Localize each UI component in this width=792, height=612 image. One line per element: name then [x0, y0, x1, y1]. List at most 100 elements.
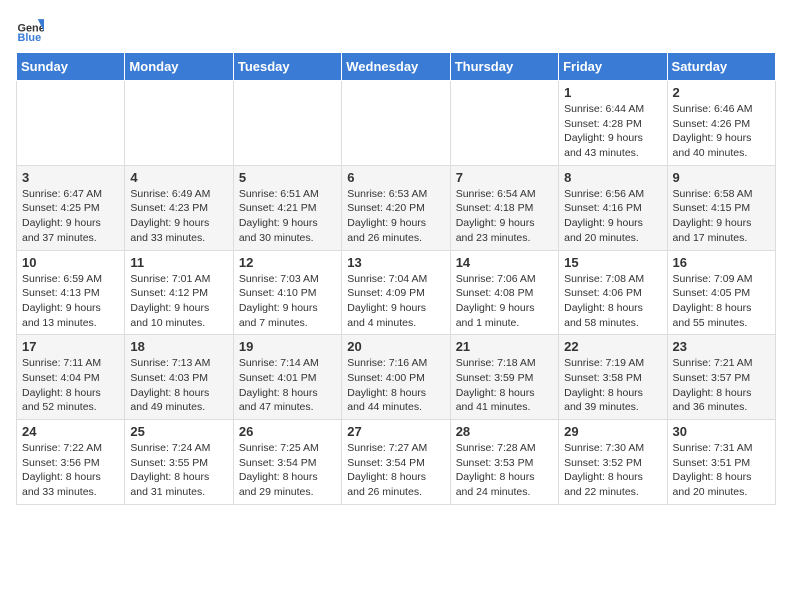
day-info: Sunrise: 7:11 AMSunset: 4:04 PMDaylight:…	[22, 356, 119, 415]
calendar-cell: 26 Sunrise: 7:25 AMSunset: 3:54 PMDayligh…	[233, 420, 341, 505]
day-info: Sunrise: 6:56 AMSunset: 4:16 PMDaylight:…	[564, 187, 661, 246]
calendar-cell: 24 Sunrise: 7:22 AMSunset: 3:56 PMDayligh…	[17, 420, 125, 505]
day-info: Sunrise: 7:21 AMSunset: 3:57 PMDaylight:…	[673, 356, 770, 415]
logo-icon: General Blue	[16, 16, 44, 44]
day-info: Sunrise: 7:25 AMSunset: 3:54 PMDaylight:…	[239, 441, 336, 500]
day-info: Sunrise: 7:24 AMSunset: 3:55 PMDaylight:…	[130, 441, 227, 500]
day-info: Sunrise: 7:13 AMSunset: 4:03 PMDaylight:…	[130, 356, 227, 415]
day-number: 1	[564, 85, 661, 100]
calendar-cell: 21Sunrise: 7:18 AMSunset: 3:59 PMDayligh…	[450, 335, 558, 420]
calendar-cell	[125, 81, 233, 166]
day-number: 14	[456, 255, 553, 270]
calendar-cell: 3 Sunrise: 6:47 AMSunset: 4:25 PMDaylight…	[17, 165, 125, 250]
day-number: 5	[239, 170, 336, 185]
calendar-cell: 16 Sunrise: 7:09 AMSunset: 4:05 PMDayligh…	[667, 250, 775, 335]
day-info: Sunrise: 7:08 AMSunset: 4:06 PMDaylight:…	[564, 272, 661, 331]
calendar-cell: 1 Sunrise: 6:44 AMSunset: 4:28 PMDaylight…	[559, 81, 667, 166]
day-number: 28	[456, 424, 553, 439]
day-info: Sunrise: 7:04 AMSunset: 4:09 PMDaylight:…	[347, 272, 444, 331]
calendar-cell: 5 Sunrise: 6:51 AMSunset: 4:21 PMDaylight…	[233, 165, 341, 250]
calendar-cell: 15 Sunrise: 7:08 AMSunset: 4:06 PMDayligh…	[559, 250, 667, 335]
day-info: Sunrise: 6:46 AMSunset: 4:26 PMDaylight:…	[673, 102, 770, 161]
page-header: General Blue	[16, 16, 776, 44]
day-number: 8	[564, 170, 661, 185]
calendar-cell: 18 Sunrise: 7:13 AMSunset: 4:03 PMDayligh…	[125, 335, 233, 420]
day-number: 12	[239, 255, 336, 270]
weekday-header-monday: Monday	[125, 53, 233, 81]
day-number: 27	[347, 424, 444, 439]
day-number: 25	[130, 424, 227, 439]
calendar-week-row: 24 Sunrise: 7:22 AMSunset: 3:56 PMDayligh…	[17, 420, 776, 505]
calendar-cell: 23 Sunrise: 7:21 AMSunset: 3:57 PMDayligh…	[667, 335, 775, 420]
day-number: 30	[673, 424, 770, 439]
calendar-cell: 9Sunrise: 6:58 AMSunset: 4:15 PMDaylight…	[667, 165, 775, 250]
calendar-cell: 8 Sunrise: 6:56 AMSunset: 4:16 PMDaylight…	[559, 165, 667, 250]
calendar-cell: 10 Sunrise: 6:59 AMSunset: 4:13 PMDayligh…	[17, 250, 125, 335]
weekday-header-row: SundayMondayTuesdayWednesdayThursdayFrid…	[17, 53, 776, 81]
day-number: 7	[456, 170, 553, 185]
day-info: Sunrise: 7:28 AMSunset: 3:53 PMDaylight:…	[456, 441, 553, 500]
day-info: Sunrise: 7:27 AMSunset: 3:54 PMDaylight:…	[347, 441, 444, 500]
day-info: Sunrise: 6:59 AMSunset: 4:13 PMDaylight:…	[22, 272, 119, 331]
weekday-header-thursday: Thursday	[450, 53, 558, 81]
calendar-cell: 28 Sunrise: 7:28 AMSunset: 3:53 PMDayligh…	[450, 420, 558, 505]
day-info: Sunrise: 6:53 AMSunset: 4:20 PMDaylight:…	[347, 187, 444, 246]
day-number: 18	[130, 339, 227, 354]
day-info: Sunrise: 7:03 AMSunset: 4:10 PMDaylight:…	[239, 272, 336, 331]
day-number: 9	[673, 170, 770, 185]
day-info: Sunrise: 6:51 AMSunset: 4:21 PMDaylight:…	[239, 187, 336, 246]
calendar-cell	[342, 81, 450, 166]
calendar-cell: 12 Sunrise: 7:03 AMSunset: 4:10 PMDayligh…	[233, 250, 341, 335]
calendar-cell: 27 Sunrise: 7:27 AMSunset: 3:54 PMDayligh…	[342, 420, 450, 505]
calendar-cell: 4Sunrise: 6:49 AMSunset: 4:23 PMDaylight…	[125, 165, 233, 250]
day-number: 19	[239, 339, 336, 354]
day-number: 20	[347, 339, 444, 354]
day-number: 16	[673, 255, 770, 270]
day-number: 3	[22, 170, 119, 185]
calendar-cell: 30Sunrise: 7:31 AMSunset: 3:51 PMDayligh…	[667, 420, 775, 505]
svg-text:Blue: Blue	[18, 32, 42, 44]
calendar-cell	[450, 81, 558, 166]
day-info: Sunrise: 6:44 AMSunset: 4:28 PMDaylight:…	[564, 102, 661, 161]
day-info: Sunrise: 7:06 AMSunset: 4:08 PMDaylight:…	[456, 272, 553, 331]
calendar-cell: 14 Sunrise: 7:06 AMSunset: 4:08 PMDayligh…	[450, 250, 558, 335]
day-info: Sunrise: 7:09 AMSunset: 4:05 PMDaylight:…	[673, 272, 770, 331]
calendar-cell: 29 Sunrise: 7:30 AMSunset: 3:52 PMDayligh…	[559, 420, 667, 505]
calendar-table: SundayMondayTuesdayWednesdayThursdayFrid…	[16, 52, 776, 505]
weekday-header-tuesday: Tuesday	[233, 53, 341, 81]
calendar-cell: 25 Sunrise: 7:24 AMSunset: 3:55 PMDayligh…	[125, 420, 233, 505]
calendar-cell: 13Sunrise: 7:04 AMSunset: 4:09 PMDayligh…	[342, 250, 450, 335]
day-number: 21	[456, 339, 553, 354]
day-info: Sunrise: 7:22 AMSunset: 3:56 PMDaylight:…	[22, 441, 119, 500]
day-number: 24	[22, 424, 119, 439]
day-info: Sunrise: 7:16 AMSunset: 4:00 PMDaylight:…	[347, 356, 444, 415]
day-info: Sunrise: 7:14 AMSunset: 4:01 PMDaylight:…	[239, 356, 336, 415]
calendar-cell: 17 Sunrise: 7:11 AMSunset: 4:04 PMDayligh…	[17, 335, 125, 420]
logo: General Blue	[16, 16, 48, 44]
day-number: 10	[22, 255, 119, 270]
day-number: 29	[564, 424, 661, 439]
calendar-week-row: 17 Sunrise: 7:11 AMSunset: 4:04 PMDayligh…	[17, 335, 776, 420]
calendar-cell: 7Sunrise: 6:54 AMSunset: 4:18 PMDaylight…	[450, 165, 558, 250]
day-info: Sunrise: 6:47 AMSunset: 4:25 PMDaylight:…	[22, 187, 119, 246]
calendar-cell: 11Sunrise: 7:01 AMSunset: 4:12 PMDayligh…	[125, 250, 233, 335]
day-number: 23	[673, 339, 770, 354]
day-number: 6	[347, 170, 444, 185]
day-number: 17	[22, 339, 119, 354]
calendar-cell: 19 Sunrise: 7:14 AMSunset: 4:01 PMDayligh…	[233, 335, 341, 420]
day-number: 2	[673, 85, 770, 100]
day-number: 4	[130, 170, 227, 185]
weekday-header-saturday: Saturday	[667, 53, 775, 81]
day-number: 15	[564, 255, 661, 270]
day-number: 26	[239, 424, 336, 439]
calendar-cell: 6 Sunrise: 6:53 AMSunset: 4:20 PMDaylight…	[342, 165, 450, 250]
calendar-cell	[233, 81, 341, 166]
day-info: Sunrise: 7:30 AMSunset: 3:52 PMDaylight:…	[564, 441, 661, 500]
weekday-header-friday: Friday	[559, 53, 667, 81]
day-number: 22	[564, 339, 661, 354]
day-info: Sunrise: 7:19 AMSunset: 3:58 PMDaylight:…	[564, 356, 661, 415]
calendar-cell	[17, 81, 125, 166]
weekday-header-wednesday: Wednesday	[342, 53, 450, 81]
day-number: 11	[130, 255, 227, 270]
calendar-week-row: 10 Sunrise: 6:59 AMSunset: 4:13 PMDayligh…	[17, 250, 776, 335]
